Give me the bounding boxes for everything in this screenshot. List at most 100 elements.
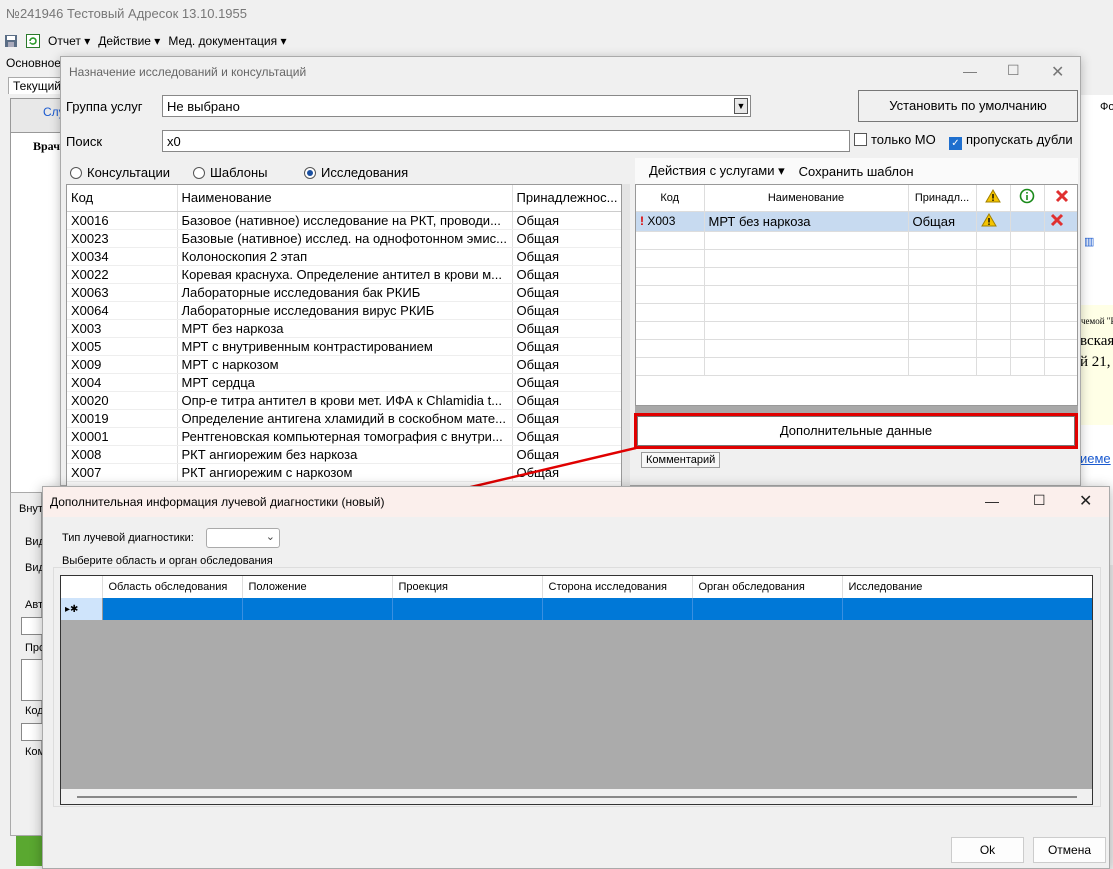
delete-icon xyxy=(1044,185,1077,212)
table-row[interactable]: X0001 Рентгеновская компьютерная томограф… xyxy=(67,427,621,446)
close-icon[interactable]: ✕ xyxy=(1051,62,1064,82)
horizontal-scrollbar[interactable] xyxy=(61,789,1092,804)
table-row[interactable]: X0034 Колоноскопия 2 этап Общая xyxy=(67,247,621,266)
table-row[interactable]: X004 МРТ сердца Общая xyxy=(67,373,621,392)
maximize-icon[interactable]: ☐ xyxy=(1007,62,1020,79)
splitter[interactable] xyxy=(635,406,1078,414)
row-owner: Общая xyxy=(512,355,621,374)
cell-side[interactable] xyxy=(541,598,692,620)
col-header-name[interactable]: Наименование xyxy=(177,185,513,212)
cell-research[interactable] xyxy=(841,598,1092,620)
cancel-button[interactable]: Отмена xyxy=(1033,837,1106,863)
menu-action[interactable]: Действие ▾ xyxy=(98,34,160,48)
row-code: X0034 xyxy=(67,247,178,266)
col-header-research[interactable]: Исследование xyxy=(842,576,1092,598)
table-row[interactable]: X0063 Лабораторные исследования бак РКИБ О… xyxy=(67,283,621,302)
table-row[interactable]: ! X003 МРТ без наркоза Общая xyxy=(636,211,1077,232)
row-owner: Общая xyxy=(512,211,621,230)
actions-menu[interactable]: Действия с услугами ▾ xyxy=(649,163,785,179)
refresh-icon[interactable] xyxy=(26,34,40,48)
cell-projection[interactable] xyxy=(391,598,542,620)
table-row[interactable]: X0023 Базовые (нативное) исслед. на одноф… xyxy=(67,229,621,248)
row-name: МРТ без наркоза xyxy=(704,211,909,232)
scrollbar[interactable] xyxy=(622,184,630,487)
main-window-title: №241946 Тестовый Адресок 13.10.1955 xyxy=(6,6,247,21)
chevron-down-icon[interactable]: ▼ xyxy=(734,98,748,114)
radiology-dialog-title: Дополнительная информация лучевой диагно… xyxy=(50,495,385,509)
row-name: Лабораторные исследования бак РКИБ xyxy=(177,283,513,302)
minimize-icon[interactable]: — xyxy=(963,63,977,79)
row-name: РКТ ангиорежим с наркозом xyxy=(177,463,513,482)
col-header-area[interactable]: Область обследования xyxy=(102,576,243,598)
background-bottom-panel: Внутр Вид Вид Авт Про Код Ком xyxy=(10,492,49,836)
tab-current[interactable]: Текущий сл xyxy=(8,77,64,94)
search-label: Поиск xyxy=(66,134,103,149)
col-header-code[interactable]: Код xyxy=(636,185,705,212)
only-mo-checkbox[interactable]: только МО xyxy=(854,132,936,147)
cell-area[interactable] xyxy=(102,598,242,620)
cell-position[interactable] xyxy=(241,598,392,620)
table-row[interactable]: X0016 Базовое (нативное) исследование на … xyxy=(67,211,621,230)
col-header-owner[interactable]: Принадл... xyxy=(908,185,977,212)
col-header-owner[interactable]: Принадлежнос... xyxy=(512,185,621,212)
row-code: X008 xyxy=(67,445,178,464)
new-row[interactable]: ▸✱ xyxy=(61,598,1092,620)
row-name: Определение антигена хламидий в соскобно… xyxy=(177,409,513,428)
table-row[interactable]: X0022 Коревая краснуха. Определение антит… xyxy=(67,265,621,284)
table-row[interactable]: X008 РКТ ангиорежим без наркоза Общая xyxy=(67,445,621,464)
col-header-code[interactable]: Код xyxy=(67,185,178,212)
doc-link-fragment[interactable]: иеме xyxy=(1080,451,1111,466)
bg-field-1[interactable] xyxy=(21,617,43,635)
actions-toolbar: Действия с услугами ▾ Сохранить шаблон xyxy=(635,158,1078,184)
table-row[interactable]: X009 МРТ с наркозом Общая xyxy=(67,355,621,374)
col-header-name[interactable]: Наименование xyxy=(704,185,909,212)
table-row[interactable]: X0064 Лабораторные исследования вирус РКИ… xyxy=(67,301,621,320)
row-name: Коревая краснуха. Определение антител в … xyxy=(177,265,513,284)
close-icon[interactable]: ✕ xyxy=(1079,491,1092,511)
row-name: Базовые (нативное) исслед. на однофотонн… xyxy=(177,229,513,248)
services-table: Код Наименование Принадлежнос... X0016 Ба… xyxy=(66,184,622,487)
table-row[interactable]: X003 МРТ без наркоза Общая xyxy=(67,319,621,338)
group-label: Группа услуг xyxy=(66,99,143,114)
minimize-icon[interactable]: — xyxy=(985,493,999,509)
radio-consult[interactable]: Консультации xyxy=(70,165,170,180)
extra-data-button[interactable]: Дополнительные данные xyxy=(634,413,1078,449)
col-header-side[interactable]: Сторона исследования xyxy=(542,576,693,598)
save-template-button[interactable]: Сохранить шаблон xyxy=(799,164,914,179)
col-header-position[interactable]: Положение xyxy=(242,576,393,598)
chevron-down-icon: ⌄ xyxy=(265,531,275,543)
search-input[interactable]: x0 xyxy=(162,130,850,152)
col-header-organ[interactable]: Орган обследования xyxy=(692,576,843,598)
bg-field-3[interactable] xyxy=(21,723,43,741)
radio-templates-label: Шаблоны xyxy=(210,165,268,180)
fo-fragment: Фо xyxy=(1100,101,1113,113)
row-name: Лабораторные исследования вирус РКИБ xyxy=(177,301,513,320)
type-select[interactable]: ⌄ xyxy=(206,528,280,548)
row-code: X0020 xyxy=(67,391,178,410)
table-row[interactable]: X0020 Опр-е титра антител в крови мет. ИФ… xyxy=(67,391,621,410)
row-owner: Общая xyxy=(512,445,621,464)
delete-icon[interactable] xyxy=(1044,211,1077,232)
save-icon[interactable] xyxy=(4,34,18,48)
cell-organ[interactable] xyxy=(691,598,842,620)
menu-report[interactable]: Отчет ▾ xyxy=(48,34,90,48)
set-default-button[interactable]: Установить по умолчанию xyxy=(858,90,1078,122)
col-header-projection[interactable]: Проекция xyxy=(392,576,543,598)
bg-field-2[interactable] xyxy=(21,659,43,701)
radio-research[interactable]: Исследования xyxy=(304,165,408,180)
tab-main[interactable]: Основное xyxy=(6,56,61,70)
warning-icon xyxy=(976,185,1011,212)
area-label: Выберите область и орган обследования xyxy=(62,555,273,567)
ok-button[interactable]: Ok xyxy=(951,837,1024,863)
radio-templates[interactable]: Шаблоны xyxy=(193,165,268,180)
table-row[interactable]: X007 РКТ ангиорежим с наркозом Общая xyxy=(67,463,621,482)
table-row[interactable]: X0019 Определение антигена хламидий в сос… xyxy=(67,409,621,428)
menu-med-doc[interactable]: Мед. документация ▾ xyxy=(168,34,286,48)
skip-dupes-checkbox[interactable]: ✓ пропускать дубли xyxy=(949,132,1073,150)
maximize-icon[interactable]: ☐ xyxy=(1033,492,1046,509)
row-code: X003 xyxy=(67,319,178,338)
chart-icon[interactable]: ▥ xyxy=(1084,235,1094,248)
table-row[interactable]: X005 МРТ с внутривенным контрастированием… xyxy=(67,337,621,356)
tab-comment[interactable]: Комментарий xyxy=(641,452,721,468)
group-select[interactable]: Не выбрано ▼ xyxy=(162,95,751,117)
